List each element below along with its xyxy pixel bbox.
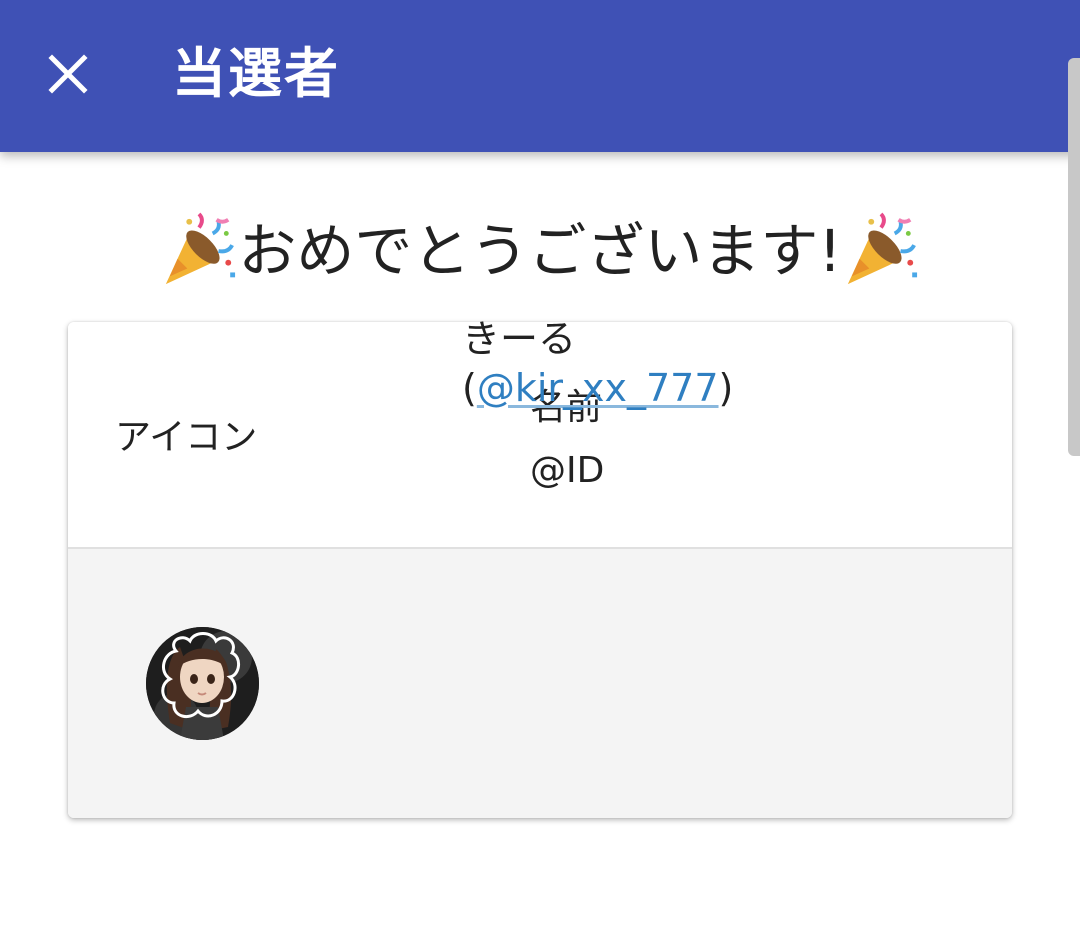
scrollbar[interactable] [1068,58,1080,456]
close-icon [48,54,88,94]
winner-name: きーる [462,317,577,361]
party-popper-icon [847,212,917,285]
congrats-text: おめでとうございます! [238,217,842,285]
column-header-icon: アイコン [115,417,258,458]
app-bar: 当選者 [0,0,1080,152]
winner-id-line: (@kir_xx_777) [462,366,733,410]
winner-id-link[interactable]: @kir_xx_777 [477,366,719,410]
winners-dialog: 当選者 おめでとうございます! アイコン 名前 @ID きーる (@kir_xx… [0,0,1080,944]
close-button[interactable] [34,40,102,108]
avatar [146,627,259,740]
column-header-id: @ID [530,450,605,491]
party-popper-icon [166,212,236,285]
table-row [68,549,1012,818]
avatar-image [146,627,259,740]
winner-id-close-paren: ) [718,366,734,410]
congrats-heading: おめでとうございます! [0,206,1080,296]
page-title: 当選者 [172,42,340,105]
winner-id-open-paren: ( [462,366,477,410]
